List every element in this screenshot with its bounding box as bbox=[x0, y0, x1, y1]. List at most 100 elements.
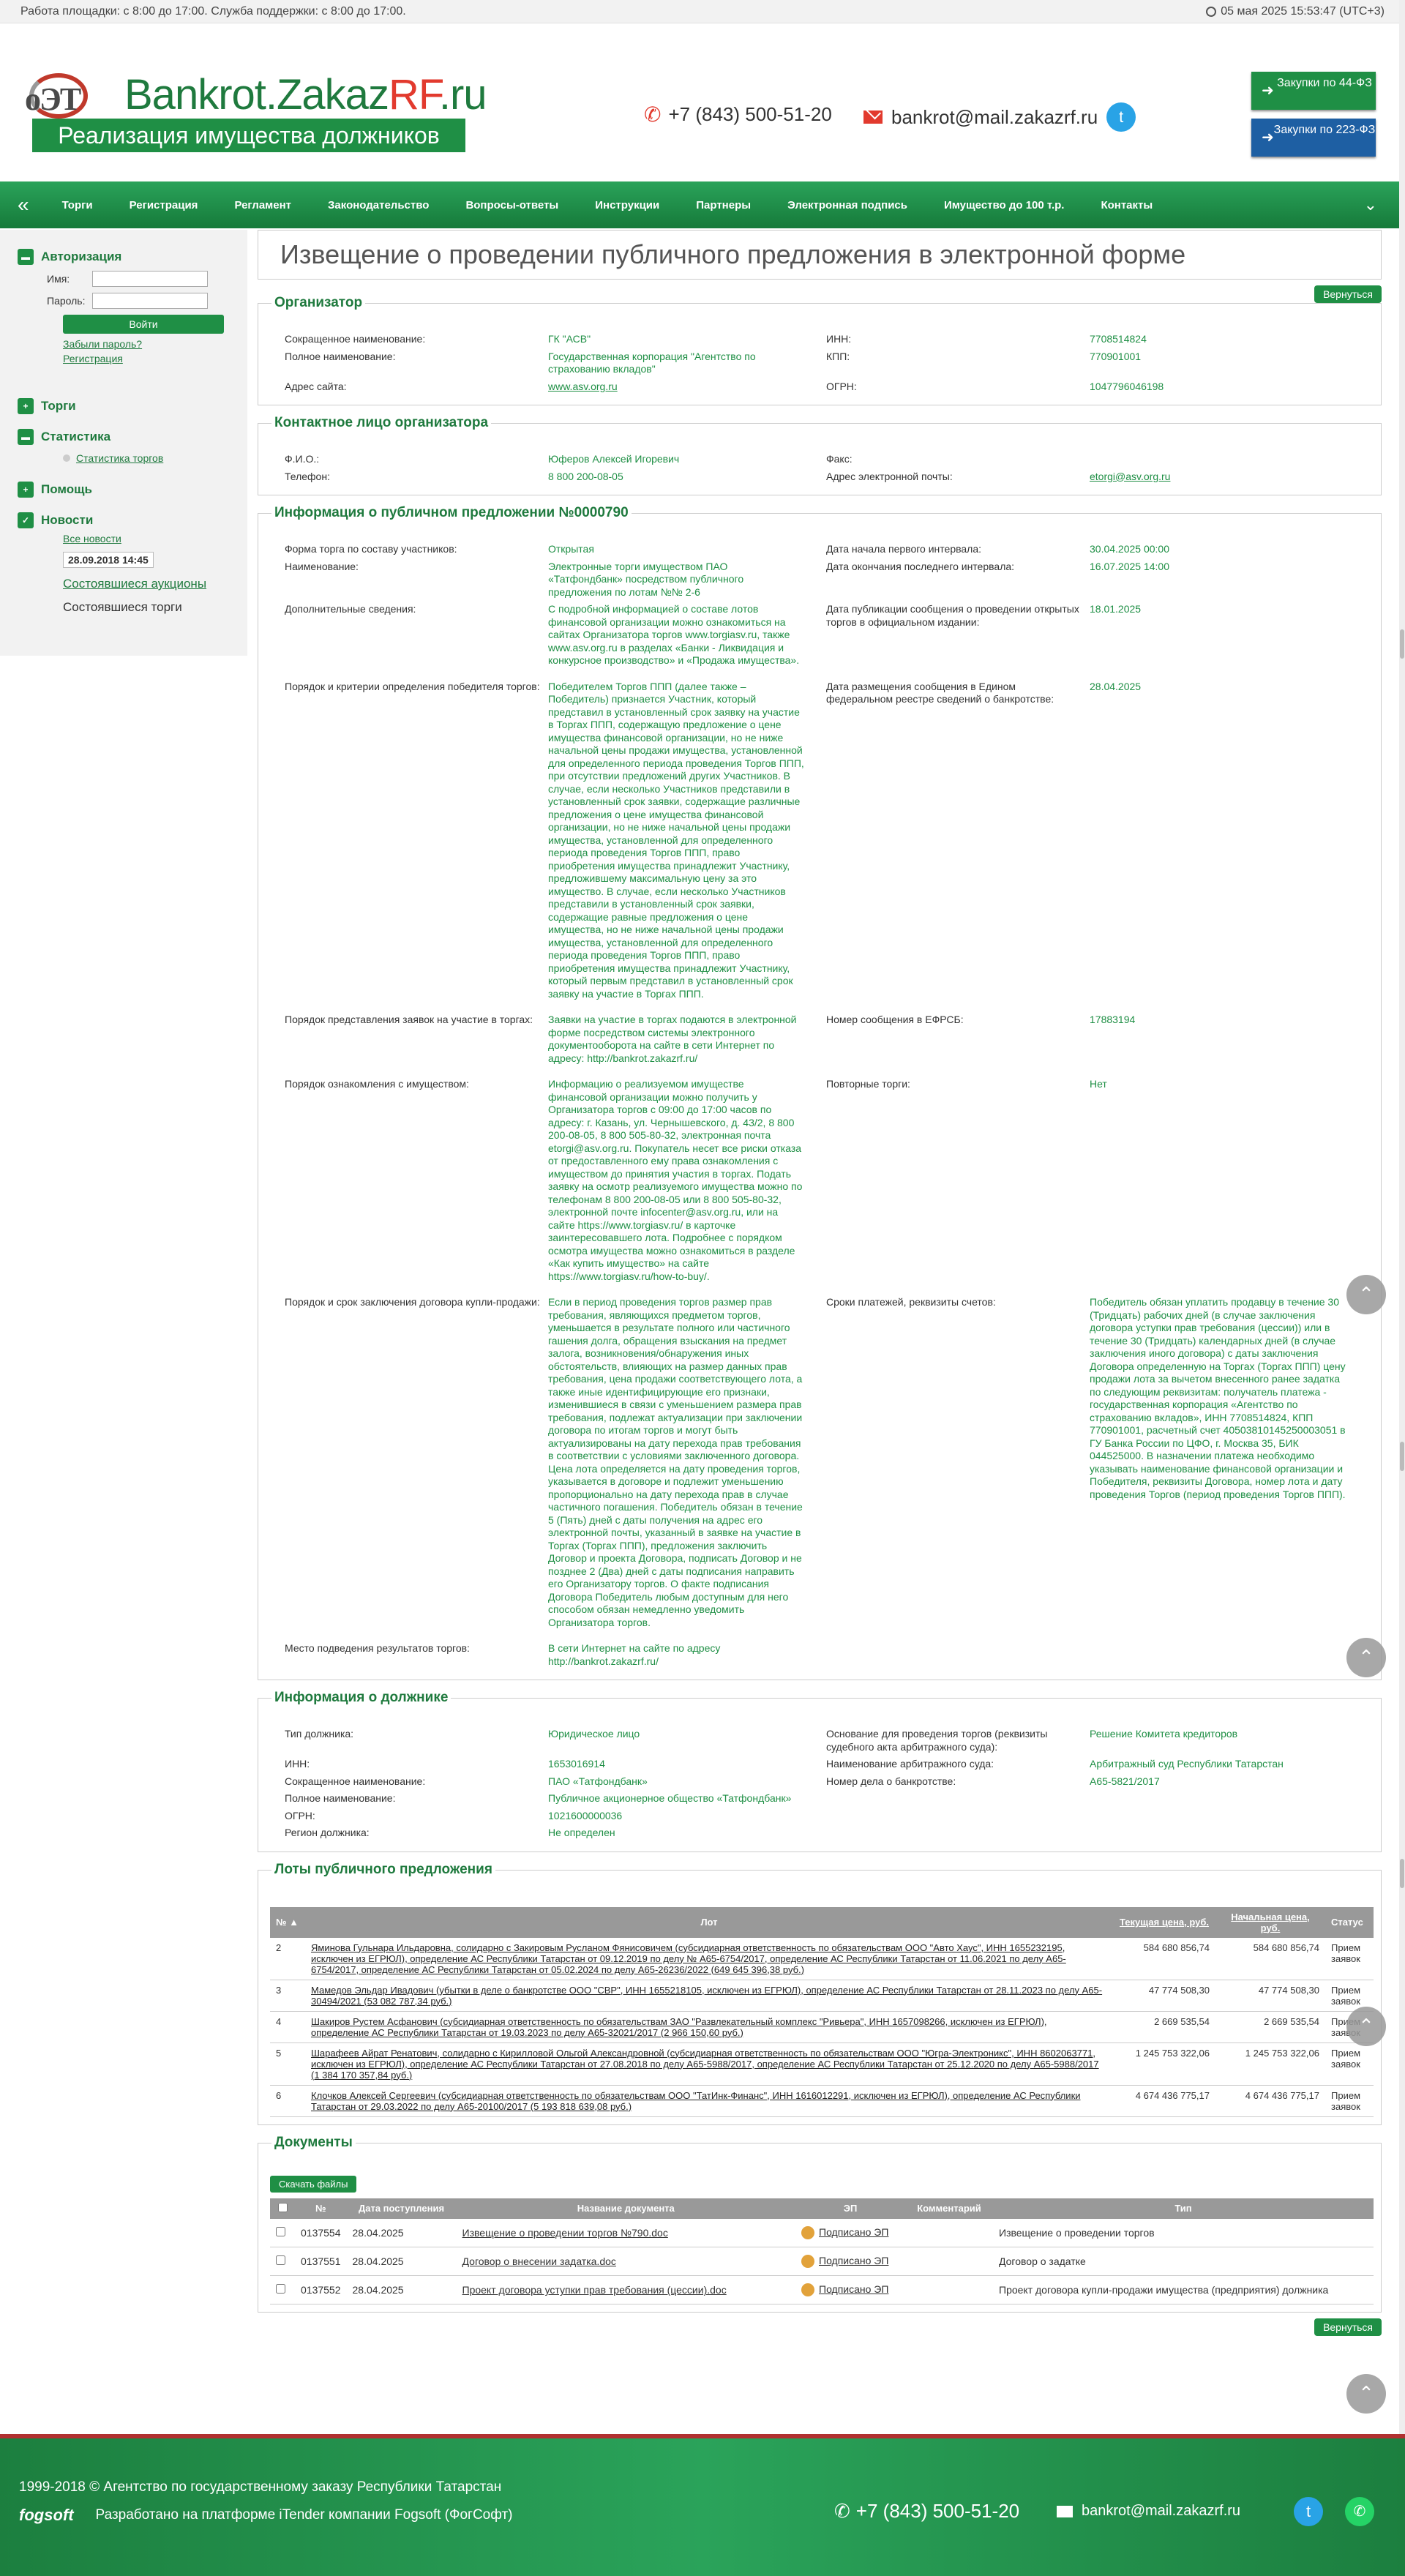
twitter-icon[interactable]: t bbox=[1294, 2497, 1323, 2526]
contact-email-link[interactable]: etorgi@asv.org.ru bbox=[1090, 471, 1368, 484]
sidebar: ▬ Авторизация Имя: Пароль: Войти Забыли п… bbox=[0, 230, 247, 656]
download-files-button[interactable]: Скачать файлы bbox=[270, 2175, 357, 2193]
col-current-price[interactable]: Текущая цена, руб. bbox=[1113, 1906, 1215, 1938]
table-row: 0137554 28.04.2025 Извещение о проведении … bbox=[270, 2218, 1374, 2247]
sidebar-trades[interactable]: + Торги bbox=[18, 398, 230, 414]
scroll-up-icon[interactable]: ⌃ bbox=[1346, 2374, 1386, 2414]
phone-icon: ✆ bbox=[834, 2500, 850, 2522]
table-row[interactable]: 6 Клочков Алексей Сергеевич (субсидиарная… bbox=[270, 2085, 1374, 2117]
nav-item-trades[interactable]: Торги bbox=[44, 199, 111, 211]
lot-description[interactable]: Клочков Алексей Сергеевич (субсидиарная … bbox=[305, 2085, 1113, 2117]
page-scrollbar[interactable] bbox=[1399, 0, 1405, 2576]
footer-email[interactable]: bankrot@mail.zakazrf.ru bbox=[1057, 2503, 1240, 2520]
col-lot[interactable]: Лот bbox=[305, 1906, 1113, 1938]
doc-signature[interactable]: Подписано ЭП bbox=[795, 2275, 905, 2305]
scrollbar-thumb[interactable] bbox=[1400, 1859, 1404, 1888]
username-input[interactable] bbox=[92, 271, 208, 287]
table-row[interactable]: 2 Яминова Гульнара Ильдаровна, солидарно … bbox=[270, 1937, 1374, 1980]
signature-icon bbox=[801, 2225, 814, 2239]
doc-name-link[interactable]: Извещение о проведении торгов №790.doc bbox=[456, 2218, 795, 2247]
all-news-link[interactable]: Все новости bbox=[63, 533, 230, 544]
site-header: оЭТ Bankrot.ZakazRF.ru Реализация имущес… bbox=[0, 23, 1405, 158]
nav-item-signature[interactable]: Электронная подпись bbox=[769, 199, 926, 211]
header-email[interactable]: bankrot@mail.zakazrf.ru t bbox=[863, 102, 1136, 132]
scroll-up-icon[interactable]: ⌃ bbox=[1346, 2007, 1386, 2046]
procurement-44-button[interactable]: ➜ Закупки по 44-ФЗ bbox=[1251, 72, 1376, 110]
password-input[interactable] bbox=[92, 293, 208, 309]
sidebar-auth-heading[interactable]: ▬ Авторизация bbox=[18, 249, 230, 265]
nav-item-regulations[interactable]: Регламент bbox=[216, 199, 310, 211]
nav-left-icon[interactable]: « bbox=[13, 193, 44, 217]
back-button-bottom[interactable]: Вернуться bbox=[1314, 2318, 1382, 2337]
col-start-price[interactable]: Начальная цена, руб. bbox=[1215, 1906, 1325, 1938]
col-number[interactable]: № ▲ bbox=[270, 1906, 305, 1938]
organizer-title: Организатор bbox=[271, 295, 366, 311]
org-short-name: ГК "АСВ" bbox=[548, 333, 591, 345]
lot-start-price: 2 669 535,54 bbox=[1215, 2011, 1325, 2043]
table-row[interactable]: 3 Мамедов Эльдар Ивадович (убытки в деле … bbox=[270, 1980, 1374, 2012]
org-site-link[interactable]: www.asv.org.ru bbox=[548, 381, 826, 394]
trade-form: Открытая bbox=[548, 543, 594, 555]
register-link[interactable]: Регистрация bbox=[63, 353, 230, 364]
back-button-top[interactable]: Вернуться bbox=[1314, 285, 1382, 303]
brand-title[interactable]: Bankrot.ZakazRF.ru bbox=[124, 70, 487, 119]
doc-name-link[interactable]: Договор о внесении задатка.doc bbox=[456, 2247, 795, 2277]
plus-icon: + bbox=[18, 482, 34, 498]
lot-description[interactable]: Мамедов Эльдар Ивадович (убытки в деле о… bbox=[305, 1980, 1113, 2012]
doc-signature[interactable]: Подписано ЭП bbox=[795, 2218, 905, 2247]
field-label: Дата начала первого интервала: bbox=[826, 543, 982, 555]
lot-description[interactable]: Шакиров Рустем Асфанович (субсидиарная о… bbox=[305, 2011, 1113, 2043]
signature-label: Подписано ЭП bbox=[819, 2254, 889, 2266]
scroll-up-icon[interactable]: ⌃ bbox=[1346, 1638, 1386, 1677]
scrollbar-thumb[interactable] bbox=[1400, 1442, 1404, 1471]
row-checkbox[interactable] bbox=[276, 2226, 285, 2236]
sidebar-news[interactable]: ✓ Новости bbox=[18, 512, 230, 528]
field-label: Полное наименование: bbox=[285, 350, 396, 362]
datetime: 05 мая 2025 15:53:47 (UTC+3) bbox=[1221, 4, 1385, 18]
header-phone: ✆ +7 (843) 500-51-20 bbox=[644, 102, 832, 127]
table-row[interactable]: 5 Шарафеев Айрат Ренатович, солидарно с К… bbox=[270, 2043, 1374, 2086]
review-order: Информацию о реализуемом имуществе финан… bbox=[548, 1078, 803, 1282]
twitter-icon[interactable]: t bbox=[1106, 102, 1136, 132]
forgot-password-link[interactable]: Забыли пароль? bbox=[63, 338, 230, 350]
select-cell bbox=[270, 2275, 295, 2305]
whatsapp-icon[interactable]: ✆ bbox=[1345, 2497, 1374, 2526]
scrollbar-thumb[interactable] bbox=[1400, 629, 1404, 659]
nav-item-partners[interactable]: Партнеры bbox=[678, 199, 769, 211]
doc-signature[interactable]: Подписано ЭП bbox=[795, 2247, 905, 2277]
login-button[interactable]: Войти bbox=[63, 315, 224, 334]
table-row[interactable]: 4 Шакиров Рустем Асфанович (субсидиарная … bbox=[270, 2011, 1374, 2043]
row-checkbox[interactable] bbox=[276, 2284, 285, 2294]
nav-item-faq[interactable]: Вопросы-ответы bbox=[447, 199, 577, 211]
fogsoft-logo[interactable]: fogsoft bbox=[19, 2506, 74, 2525]
sidebar-help[interactable]: + Помощь bbox=[18, 482, 230, 498]
nav-item-contacts[interactable]: Контакты bbox=[1082, 199, 1171, 211]
scroll-up-icon[interactable]: ⌃ bbox=[1346, 1275, 1386, 1314]
field-label: Порядок представления заявок на участие … bbox=[285, 1014, 533, 1025]
lot-description[interactable]: Шарафеев Айрат Ренатович, солидарно с Ки… bbox=[305, 2043, 1113, 2086]
efrsb-date: 28.04.2025 bbox=[1090, 680, 1142, 692]
nav-expand-icon[interactable]: ⌄ bbox=[1364, 195, 1386, 214]
doc-name-link[interactable]: Проект договора уступки прав требования … bbox=[456, 2275, 795, 2305]
col-status[interactable]: Статус bbox=[1325, 1906, 1374, 1938]
news-auctions-link[interactable]: Состоявшиеся аукционы bbox=[63, 577, 230, 591]
password-row: Пароль: bbox=[47, 293, 230, 309]
lot-status: Прием заявок bbox=[1325, 1937, 1374, 1980]
nav-item-registration[interactable]: Регистрация bbox=[111, 199, 217, 211]
nav-item-instructions[interactable]: Инструкции bbox=[577, 199, 678, 211]
footer-email-text: bankrot@mail.zakazrf.ru bbox=[1082, 2503, 1241, 2519]
lot-start-price: 584 680 856,74 bbox=[1215, 1937, 1325, 1980]
nav-item-legislation[interactable]: Законодательство bbox=[310, 199, 447, 211]
doc-comment bbox=[905, 2247, 993, 2277]
sidebar-stats[interactable]: ▬ Статистика bbox=[18, 429, 230, 445]
nav-item-property[interactable]: Имущество до 100 т.р. bbox=[926, 199, 1082, 211]
check-icon: ✓ bbox=[18, 512, 34, 528]
select-all-checkbox[interactable] bbox=[277, 2202, 288, 2212]
platform-text: Разработано на платформе iTender компани… bbox=[95, 2507, 513, 2523]
lot-description[interactable]: Яминова Гульнара Ильдаровна, солидарно с… bbox=[305, 1937, 1113, 1980]
field-label: ИНН: bbox=[826, 333, 852, 345]
row-checkbox[interactable] bbox=[276, 2255, 285, 2265]
procurement-223-button[interactable]: ➜ Закупки по 223-ФЗ bbox=[1251, 119, 1376, 157]
docs-table: № Дата поступления Название документа ЭП… bbox=[270, 2198, 1374, 2305]
stats-sub-link[interactable]: Статистика торгов bbox=[63, 452, 230, 464]
